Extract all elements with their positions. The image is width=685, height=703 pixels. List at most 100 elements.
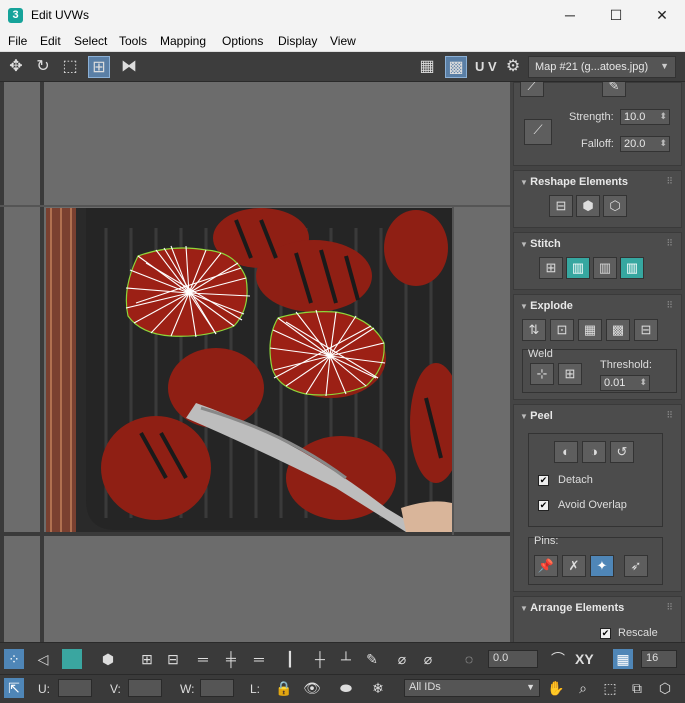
avoid-overlap-checkbox[interactable]: ✔ xyxy=(538,500,549,511)
unpin-icon[interactable]: ✗ xyxy=(562,555,586,577)
angle-field[interactable]: 0.0 xyxy=(488,650,538,668)
absolute-mode-icon[interactable]: ⇱ xyxy=(4,678,24,698)
mirror-icon[interactable]: ⧓ xyxy=(118,56,140,78)
hand-icon[interactable]: ✋ xyxy=(546,678,566,698)
peel-heading[interactable]: Peel xyxy=(520,410,553,422)
explode-group: Explode ⠿ ⇅ ⊡ ▦ ▩ ⊟ Weld ⊹ ⊞ Threshold: … xyxy=(513,294,682,400)
lock-icon[interactable]: 🔒 xyxy=(274,678,294,698)
close-button[interactable]: ✕ xyxy=(639,0,685,30)
straighten-icon[interactable]: ⊟ xyxy=(549,195,573,217)
reshape-elements-heading[interactable]: Reshape Elements xyxy=(520,176,628,188)
menu-view[interactable]: View xyxy=(330,34,356,48)
falloff-spinner[interactable]: 20.0 xyxy=(620,136,670,152)
xy-label[interactable]: XY xyxy=(575,651,594,667)
explode-heading[interactable]: Explode xyxy=(520,300,573,312)
grow-selection-icon[interactable]: ⊞ xyxy=(137,649,157,669)
ring-icon[interactable]: ╪ xyxy=(221,649,241,669)
select-element-icon[interactable]: ⬢ xyxy=(98,649,118,669)
threshold-spinner[interactable]: 0.01 xyxy=(600,375,650,391)
pack-icon[interactable]: ⊟ xyxy=(634,319,658,341)
strength-spinner[interactable]: 10.0 xyxy=(620,109,670,125)
move-icon[interactable]: ✥ xyxy=(5,56,27,78)
rescale-checkbox[interactable]: ✔ xyxy=(600,628,611,639)
loop-icon[interactable]: ═ xyxy=(193,649,213,669)
grid-snap-icon[interactable]: ▦ xyxy=(613,649,633,669)
rotate-icon[interactable]: ↻ xyxy=(32,56,54,78)
filter-icon[interactable]: ⬬ xyxy=(336,678,356,698)
flatten-icon[interactable]: ▦ xyxy=(578,319,602,341)
stitch-average-icon[interactable]: ▥ xyxy=(620,257,644,279)
select-edge-icon[interactable]: ◁ xyxy=(33,649,53,669)
rotate-angle-icon[interactable]: ◌ xyxy=(459,649,479,669)
pin-icon[interactable]: 📌 xyxy=(534,555,558,577)
chevron-down-icon: ▼ xyxy=(660,61,669,71)
map-settings-icon[interactable]: ⚙ xyxy=(502,56,524,78)
curve-icon[interactable]: ⌒ xyxy=(548,649,568,669)
checker-icon[interactable]: ▩ xyxy=(606,319,630,341)
zoom-region-icon[interactable]: ⬚ xyxy=(600,678,620,698)
shrink-selection-icon[interactable]: ⊟ xyxy=(163,649,183,669)
box-icon[interactable]: ⬡ xyxy=(603,195,627,217)
u-field[interactable] xyxy=(58,679,92,697)
minimize-button[interactable]: ─ xyxy=(547,0,593,30)
freeform-icon[interactable]: ⊞ xyxy=(88,56,110,78)
align-icon[interactable]: ┃ xyxy=(280,649,300,669)
uv-viewport[interactable] xyxy=(0,82,510,642)
menu-mapping[interactable]: Mapping xyxy=(160,34,206,48)
peel-mode-icon[interactable]: ◑ xyxy=(582,441,606,463)
menu-select[interactable]: Select xyxy=(74,34,107,48)
loop-ring-icon[interactable]: ═ xyxy=(249,649,269,669)
scale-icon[interactable]: ⬚ xyxy=(59,56,81,78)
arrange-elements-group: Arrange Elements ⠿ ✔ Rescale xyxy=(513,596,682,642)
stitch-heading[interactable]: Stitch xyxy=(520,238,561,250)
relax-icon[interactable]: ⬢ xyxy=(576,195,600,217)
zoom-icon[interactable]: ⌕ xyxy=(573,678,593,698)
stitch-custom-icon[interactable]: ⊞ xyxy=(539,257,563,279)
grid-field[interactable]: 16 xyxy=(641,650,677,668)
checker-icon[interactable]: ▦ xyxy=(416,56,438,78)
quick-peel-icon[interactable]: ◐ xyxy=(554,441,578,463)
menu-edit[interactable]: Edit xyxy=(40,34,61,48)
menu-options[interactable]: Options xyxy=(222,34,263,48)
eye-icon[interactable]: 👁 xyxy=(302,678,322,698)
checker-pattern-icon[interactable]: ▩ xyxy=(445,56,467,78)
brush-size-icon[interactable]: ⌀ xyxy=(418,649,438,669)
detach-edge-icon[interactable]: ⊡ xyxy=(550,319,574,341)
detach-checkbox[interactable]: ✔ xyxy=(538,475,549,486)
avoid-overlap-label: Avoid Overlap xyxy=(558,499,627,511)
select-vertex-icon[interactable]: ⁘ xyxy=(4,649,24,669)
v-field[interactable] xyxy=(128,679,162,697)
weld-target-icon[interactable]: ⊞ xyxy=(558,363,582,385)
menu-tools[interactable]: Tools xyxy=(119,34,147,48)
auto-pin-icon[interactable]: ✦ xyxy=(590,555,614,577)
peel-group: Peel ⠿ ◐ ◑ ↺ ✔ Detach ✔ Avoid Overlap Pi… xyxy=(513,404,682,592)
break-icon[interactable]: ⇅ xyxy=(522,319,546,341)
maximize-button[interactable]: ☐ xyxy=(593,0,639,30)
uv-label[interactable]: U V xyxy=(475,59,497,74)
viewport-border xyxy=(0,82,4,642)
soft-select-icon[interactable]: ⟋ xyxy=(520,82,544,97)
stitch-source-icon[interactable]: ▥ xyxy=(566,257,590,279)
select-pins-icon[interactable]: ➶ xyxy=(624,555,648,577)
paint-select-icon[interactable]: ✎ xyxy=(362,649,382,669)
align-bottom-icon[interactable]: ┴ xyxy=(336,649,356,669)
brush-icon[interactable]: ⌀ xyxy=(392,649,412,669)
select-face-icon[interactable] xyxy=(62,649,82,669)
paint-icon[interactable]: ✎ xyxy=(602,82,626,97)
stitch-target-icon[interactable]: ▥ xyxy=(593,257,617,279)
main-toolbar: ✥ ↻ ⬚ ⊞ ⧓ ▦ ▩ U V ⚙ Map #21 (g...atoes.j… xyxy=(0,52,685,82)
snowflake-icon[interactable]: ❄ xyxy=(368,678,388,698)
ids-dropdown[interactable]: All IDs ▼ xyxy=(404,679,540,697)
align-vertical-icon[interactable]: ┼ xyxy=(310,649,330,669)
map-dropdown[interactable]: Map #21 (g...atoes.jpg) ▼ xyxy=(528,56,676,78)
weld-selected-icon[interactable]: ⊹ xyxy=(530,363,554,385)
falloff-curve-icon[interactable]: ⟋ xyxy=(524,119,552,145)
arrange-elements-heading[interactable]: Arrange Elements xyxy=(520,602,624,614)
view-cube-icon[interactable]: ⬡ xyxy=(655,678,675,698)
rescale-label: Rescale xyxy=(618,627,658,639)
reset-peel-icon[interactable]: ↺ xyxy=(610,441,634,463)
frame-icon[interactable]: ⧉ xyxy=(627,678,647,698)
w-field[interactable] xyxy=(200,679,234,697)
menu-display[interactable]: Display xyxy=(278,34,317,48)
menu-file[interactable]: File xyxy=(8,34,27,48)
